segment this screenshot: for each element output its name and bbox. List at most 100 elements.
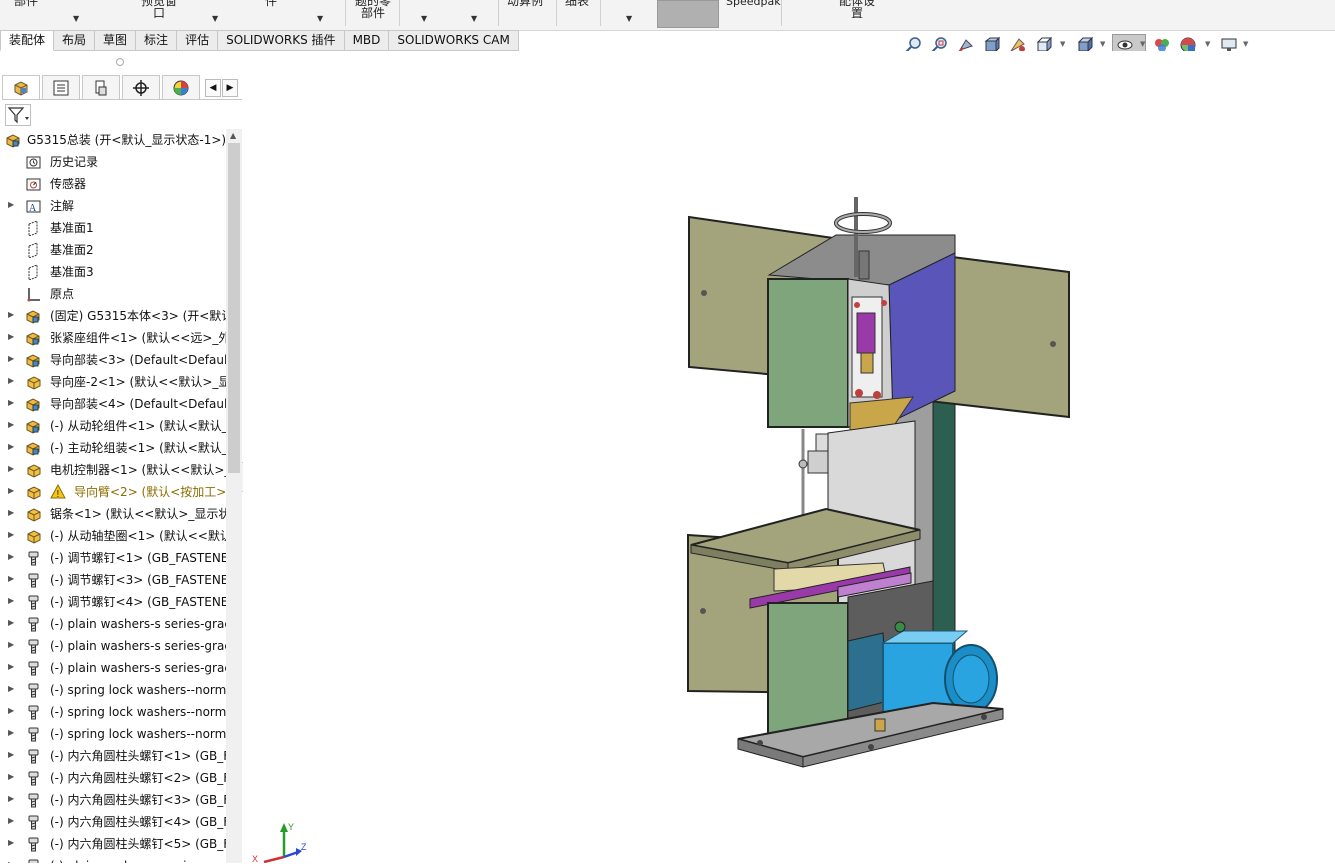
chevron-down-icon[interactable]: ▼ (73, 14, 79, 23)
scrollbar-thumb[interactable] (228, 143, 240, 473)
expand-arrow-icon[interactable]: ▶ (8, 816, 14, 825)
chevron-down-icon[interactable]: ▼ (471, 14, 477, 23)
expand-arrow-icon[interactable]: ▶ (8, 706, 14, 715)
tree-item[interactable]: ▶ 电机控制器<1> (默认<<默认>_ (0, 459, 226, 481)
display-manager-tab[interactable] (162, 75, 200, 99)
tree-item[interactable]: ▶ (-) 调节螺钉<3> (GB_FASTENEI (0, 569, 226, 591)
ribbon-item[interactable]: 件 (265, 0, 277, 7)
property-manager-tab[interactable] (42, 75, 80, 99)
chevron-down-icon[interactable]: ▼ (421, 14, 427, 23)
tree-item[interactable]: 历史记录 (0, 151, 226, 173)
tab-solidworks-cam[interactable]: SOLIDWORKS CAM (389, 30, 519, 51)
tab-solidworks-addins[interactable]: SOLIDWORKS 插件 (218, 30, 345, 51)
tree-item[interactable]: ▶ (-) 调节螺钉<4> (GB_FASTENEI (0, 591, 226, 613)
tree-item[interactable]: ▶ (-) 从动轴垫圈<1> (默认<<默认 (0, 525, 226, 547)
tree-item[interactable]: ▶ (-) 内六角圆柱头螺钉<1> (GB_F (0, 745, 226, 767)
tree-item[interactable]: ▶ (固定) G5315本体<3> (开<默认 (0, 305, 226, 327)
expand-arrow-icon[interactable]: ▶ (8, 508, 14, 517)
tab-sketch[interactable]: 草图 (95, 30, 137, 51)
tree-filter-button[interactable] (5, 104, 31, 126)
expand-arrow-icon[interactable]: ▶ (8, 354, 14, 363)
expand-arrow-icon[interactable]: ▶ (8, 464, 14, 473)
tree-item[interactable]: ▶ (-) spring lock washers--norm (0, 701, 226, 723)
tree-item[interactable]: 原点 (0, 283, 226, 305)
expand-arrow-icon[interactable]: ▶ (8, 486, 14, 495)
expand-arrow-icon[interactable]: ▶ (8, 310, 14, 319)
tree-scrollbar[interactable]: ▲ (226, 129, 242, 863)
ribbon-preview-thumbnail[interactable] (657, 0, 719, 28)
tab-scroll-right-button[interactable]: ▶ (222, 79, 238, 97)
assembly-model-view[interactable] (243, 51, 1335, 863)
tree-item[interactable]: 基准面1 (0, 217, 226, 239)
tab-layout[interactable]: 布局 (54, 30, 96, 51)
tree-item[interactable]: 基准面2 (0, 239, 226, 261)
expand-arrow-icon[interactable]: ▶ (8, 332, 14, 341)
chevron-down-icon[interactable]: ▼ (1060, 40, 1065, 48)
ribbon-item[interactable]: 题的零 部件 (355, 0, 391, 19)
expand-arrow-icon[interactable]: ▶ (8, 728, 14, 737)
tab-markup[interactable]: 标注 (136, 30, 178, 51)
tab-scroll-left-button[interactable]: ◀ (205, 79, 221, 97)
graphics-area[interactable] (243, 51, 1335, 863)
tree-root-item[interactable]: G5315总装 (开<默认_显示状态-1>) (0, 129, 226, 151)
tree-item[interactable]: ▶ (-) 调节螺钉<1> (GB_FASTENEI (0, 547, 226, 569)
tab-assembly[interactable]: 装配体 (0, 30, 55, 51)
expand-arrow-icon[interactable]: ▶ (8, 662, 14, 671)
tree-item[interactable]: ▶ A 注解 (0, 195, 226, 217)
tree-item[interactable]: ▶(-) plain washers-s series-grac (0, 635, 226, 657)
tree-item[interactable]: 传感器 (0, 173, 226, 195)
expand-arrow-icon[interactable]: ▶ (8, 552, 14, 561)
tree-item[interactable]: ▶ 导向座-2<1> (默认<<默认>_显 (0, 371, 226, 393)
configuration-manager-tab[interactable] (82, 75, 120, 99)
tree-item[interactable]: ▶ (-) 内六角圆柱头螺钉<3> (GB_F (0, 789, 226, 811)
chevron-down-icon[interactable]: ▼ (1243, 40, 1248, 48)
tree-item[interactable]: ▶ (-) spring lock washers--norm (0, 679, 226, 701)
tree-item[interactable]: ▶ 锯条<1> (默认<<默认>_显示状 (0, 503, 226, 525)
expand-arrow-icon[interactable]: ▶ (8, 200, 14, 209)
tab-mbd[interactable]: MBD (344, 30, 390, 51)
ribbon-item[interactable]: 部件 (14, 0, 38, 7)
tree-item[interactable]: ▶ 导向部装<4> (Default<Default_ (0, 393, 226, 415)
band-saw-assembly[interactable] (687, 197, 1070, 768)
expand-arrow-icon[interactable]: ▶ (8, 772, 14, 781)
tree-item[interactable]: ▶(-) plain washers-s series-grac (0, 613, 226, 635)
chevron-down-icon[interactable]: ▼ (1100, 40, 1105, 48)
chevron-down-icon[interactable]: ▼ (1140, 40, 1145, 48)
chevron-down-icon[interactable]: ▼ (626, 14, 632, 23)
tree-item[interactable]: 基准面3 (0, 261, 226, 283)
expand-arrow-icon[interactable]: ▶ (8, 684, 14, 693)
tree-item[interactable]: ▶ (-) spring lock washers--norm (0, 723, 226, 745)
expand-arrow-icon[interactable]: ▶ (8, 640, 14, 649)
dimxpert-tab[interactable] (122, 75, 160, 99)
tree-item[interactable]: ▶ (-) 内六角圆柱头螺钉<5> (GB_F (0, 833, 226, 855)
ribbon-item[interactable]: 预览窗 口 (141, 0, 177, 19)
ribbon-item[interactable]: 细表 (565, 0, 589, 7)
expand-arrow-icon[interactable]: ▶ (8, 574, 14, 583)
ribbon-item[interactable]: 动算例 (507, 0, 543, 7)
panel-grip[interactable] (116, 58, 124, 66)
expand-arrow-icon[interactable]: ▶ (8, 530, 14, 539)
chevron-down-icon[interactable]: ▼ (1205, 40, 1210, 48)
expand-arrow-icon[interactable]: ▶ (8, 618, 14, 627)
tab-evaluate[interactable]: 评估 (177, 30, 219, 51)
expand-arrow-icon[interactable]: ▶ (8, 442, 14, 451)
tree-item[interactable]: ▶ 导向部装<3> (Default<Default_ (0, 349, 226, 371)
tree-item[interactable]: ▶ (-) 内六角圆柱头螺钉<4> (GB_F (0, 811, 226, 833)
expand-arrow-icon[interactable]: ▶ (8, 750, 14, 759)
tree-item[interactable]: ▶(-) plain washers-s series-grac (0, 855, 226, 863)
expand-arrow-icon[interactable]: ▶ (8, 838, 14, 847)
expand-arrow-icon[interactable]: ▶ (8, 398, 14, 407)
expand-arrow-icon[interactable]: ▶ (8, 376, 14, 385)
scroll-up-arrow-icon[interactable]: ▲ (230, 131, 236, 140)
tree-item[interactable]: ▶ 张紧座组件<1> (默认<<远>_外 (0, 327, 226, 349)
expand-arrow-icon[interactable]: ▶ (8, 794, 14, 803)
expand-arrow-icon[interactable]: ▶ (8, 420, 14, 429)
feature-manager-tab[interactable] (2, 75, 40, 99)
chevron-down-icon[interactable]: ▼ (317, 14, 323, 23)
expand-arrow-icon[interactable]: ▶ (8, 596, 14, 605)
tree-item[interactable]: ▶ (-) 从动轮组件<1> (默认<默认_ (0, 415, 226, 437)
ribbon-item[interactable]: Speedpak (726, 0, 781, 8)
tree-item[interactable]: ▶(-) plain washers-s series-grac (0, 657, 226, 679)
ribbon-item[interactable]: 配体设 置 (839, 0, 875, 19)
tree-item[interactable]: ▶ (-) 内六角圆柱头螺钉<2> (GB_F (0, 767, 226, 789)
